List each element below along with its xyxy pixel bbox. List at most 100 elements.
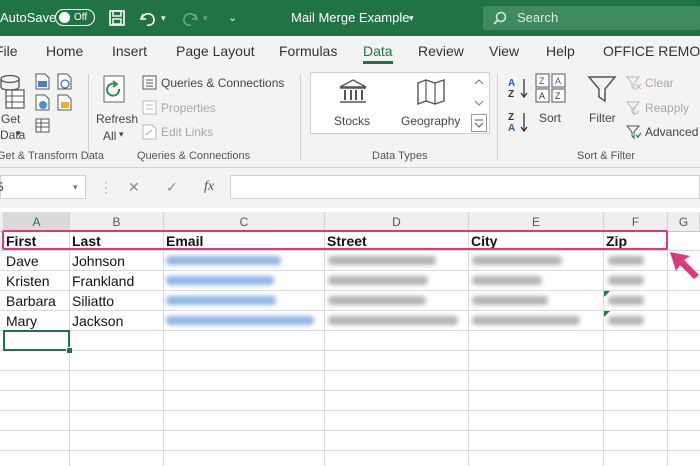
header-row-highlight: [2, 230, 668, 250]
tab-help[interactable]: Help: [546, 36, 575, 66]
column-header-b[interactable]: B: [70, 212, 164, 232]
enter-icon[interactable]: ✓: [166, 175, 178, 199]
gridline: [0, 390, 700, 391]
refresh-all-button[interactable]: Refresh All ▾: [94, 72, 138, 144]
name-box-dropdown-icon[interactable]: ▾: [73, 176, 78, 198]
tab-data[interactable]: Data: [363, 36, 393, 66]
redacted-city: [472, 296, 548, 305]
group-queries-label: Queries & Connections: [137, 150, 251, 162]
active-cell[interactable]: [3, 330, 70, 351]
redacted-street: [328, 276, 428, 285]
fill-handle[interactable]: [66, 347, 73, 354]
cancel-icon[interactable]: ✕: [128, 175, 140, 199]
group-data-types-label: Data Types: [372, 150, 428, 162]
geography-label: Geography: [401, 114, 461, 128]
redacted-zip: [608, 276, 644, 285]
tab-file[interactable]: File: [0, 36, 18, 66]
table-row-first[interactable]: Kristen: [6, 271, 50, 291]
error-indicator-icon[interactable]: [604, 291, 610, 297]
get-data-label-2: Data: [0, 128, 26, 142]
more-options-icon: [474, 119, 484, 128]
get-data-button[interactable]: Get Data ▾: [0, 72, 26, 142]
column-header-a[interactable]: A: [4, 212, 70, 232]
gallery-scroll-down[interactable]: [471, 95, 487, 111]
chevron-down-icon: [474, 100, 484, 106]
error-indicator-icon[interactable]: [604, 311, 610, 317]
refresh-dropdown-icon: ▾: [119, 129, 124, 139]
redacted-street: [328, 256, 436, 265]
search-box[interactable]: Search: [483, 6, 700, 30]
ribbon-separator: [300, 74, 301, 160]
sort-label: Sort: [539, 111, 562, 125]
svg-text:A: A: [508, 123, 515, 134]
customize-toolbar-icon[interactable]: ⌄: [228, 0, 237, 36]
from-web-icon[interactable]: [35, 94, 50, 111]
undo-dropdown-icon[interactable]: ▾: [161, 0, 166, 36]
group-sort-filter-label: Sort & Filter: [577, 150, 636, 162]
get-data-dropdown-icon: ▾: [16, 128, 21, 138]
table-row-last[interactable]: Frankland: [72, 271, 134, 291]
recent-sources-icon[interactable]: [57, 73, 72, 90]
from-text-icon[interactable]: [35, 73, 50, 90]
queries-connections-label: Queries & Connections: [161, 76, 285, 90]
table-row-last[interactable]: Johnson: [72, 251, 125, 271]
table-row-first[interactable]: Mary: [6, 311, 37, 331]
search-icon: [493, 11, 507, 25]
map-icon: [417, 79, 445, 106]
column-header-g[interactable]: G: [668, 212, 700, 232]
gallery-scroll-up[interactable]: [471, 74, 487, 90]
arrow-annotation-icon: [670, 252, 699, 279]
document-title[interactable]: Mail Merge Example: [291, 0, 410, 36]
table-row-first[interactable]: Barbara: [6, 291, 56, 311]
autosave-toggle[interactable]: Off: [55, 9, 95, 26]
sort-a-to-z-icon[interactable]: A Z: [507, 76, 529, 100]
geography-button[interactable]: Geography: [399, 77, 463, 129]
svg-text:Z: Z: [508, 89, 514, 100]
chevron-up-icon: [474, 79, 484, 85]
redacted-email: [166, 276, 274, 285]
formula-input[interactable]: [230, 175, 700, 199]
undo-icon[interactable]: [138, 8, 158, 28]
column-header-f[interactable]: F: [604, 212, 668, 232]
filter-button[interactable]: Filter: [583, 72, 623, 132]
existing-connections-icon[interactable]: [57, 94, 72, 111]
save-icon[interactable]: [108, 9, 126, 27]
sort-z-to-a-icon[interactable]: Z A: [507, 110, 529, 134]
gridline: [0, 450, 700, 451]
sort-dialog-icon: Z A A Z: [535, 73, 566, 103]
formula-bar: 5 ▾ ⋮ ✕ ✓ fx: [0, 168, 700, 208]
tab-home[interactable]: Home: [46, 36, 83, 66]
title-dropdown-icon[interactable]: ▾: [409, 0, 414, 36]
name-box[interactable]: 5 ▾: [0, 175, 86, 199]
edit-links-icon: [142, 124, 157, 140]
column-header-c[interactable]: C: [164, 212, 325, 232]
tab-office-remote[interactable]: OFFICE REMOTE: [603, 36, 700, 66]
redo-icon[interactable]: [180, 8, 200, 28]
autosave-state: Off: [74, 12, 88, 23]
gallery-more-button[interactable]: [471, 114, 487, 132]
tab-formulas[interactable]: Formulas: [279, 36, 337, 66]
tab-insert[interactable]: Insert: [112, 36, 147, 66]
column-header-d[interactable]: D: [325, 212, 469, 232]
redacted-zip: [608, 296, 644, 305]
insert-function-icon[interactable]: fx: [204, 175, 214, 199]
from-table-icon[interactable]: [35, 117, 50, 134]
ribbon-separator: [88, 74, 89, 160]
filter-label: Filter: [589, 111, 616, 125]
gridline: [0, 370, 700, 371]
table-row-last[interactable]: Jackson: [72, 311, 123, 331]
tab-review[interactable]: Review: [418, 36, 464, 66]
reapply-label: Reapply: [645, 101, 690, 115]
search-placeholder: Search: [517, 10, 559, 25]
redo-dropdown-icon[interactable]: ▾: [203, 0, 208, 36]
stocks-button[interactable]: Stocks: [329, 77, 379, 129]
get-data-label-1: Get: [1, 112, 21, 126]
toggle-knob: [59, 12, 70, 23]
tab-page-layout[interactable]: Page Layout: [176, 36, 255, 66]
table-row-first[interactable]: Dave: [6, 251, 39, 271]
sort-button[interactable]: Z A A Z Sort: [532, 72, 570, 132]
column-header-e[interactable]: E: [469, 212, 604, 232]
redacted-city: [472, 256, 562, 265]
tab-view[interactable]: View: [489, 36, 519, 66]
table-row-last[interactable]: Siliatto: [72, 291, 114, 311]
